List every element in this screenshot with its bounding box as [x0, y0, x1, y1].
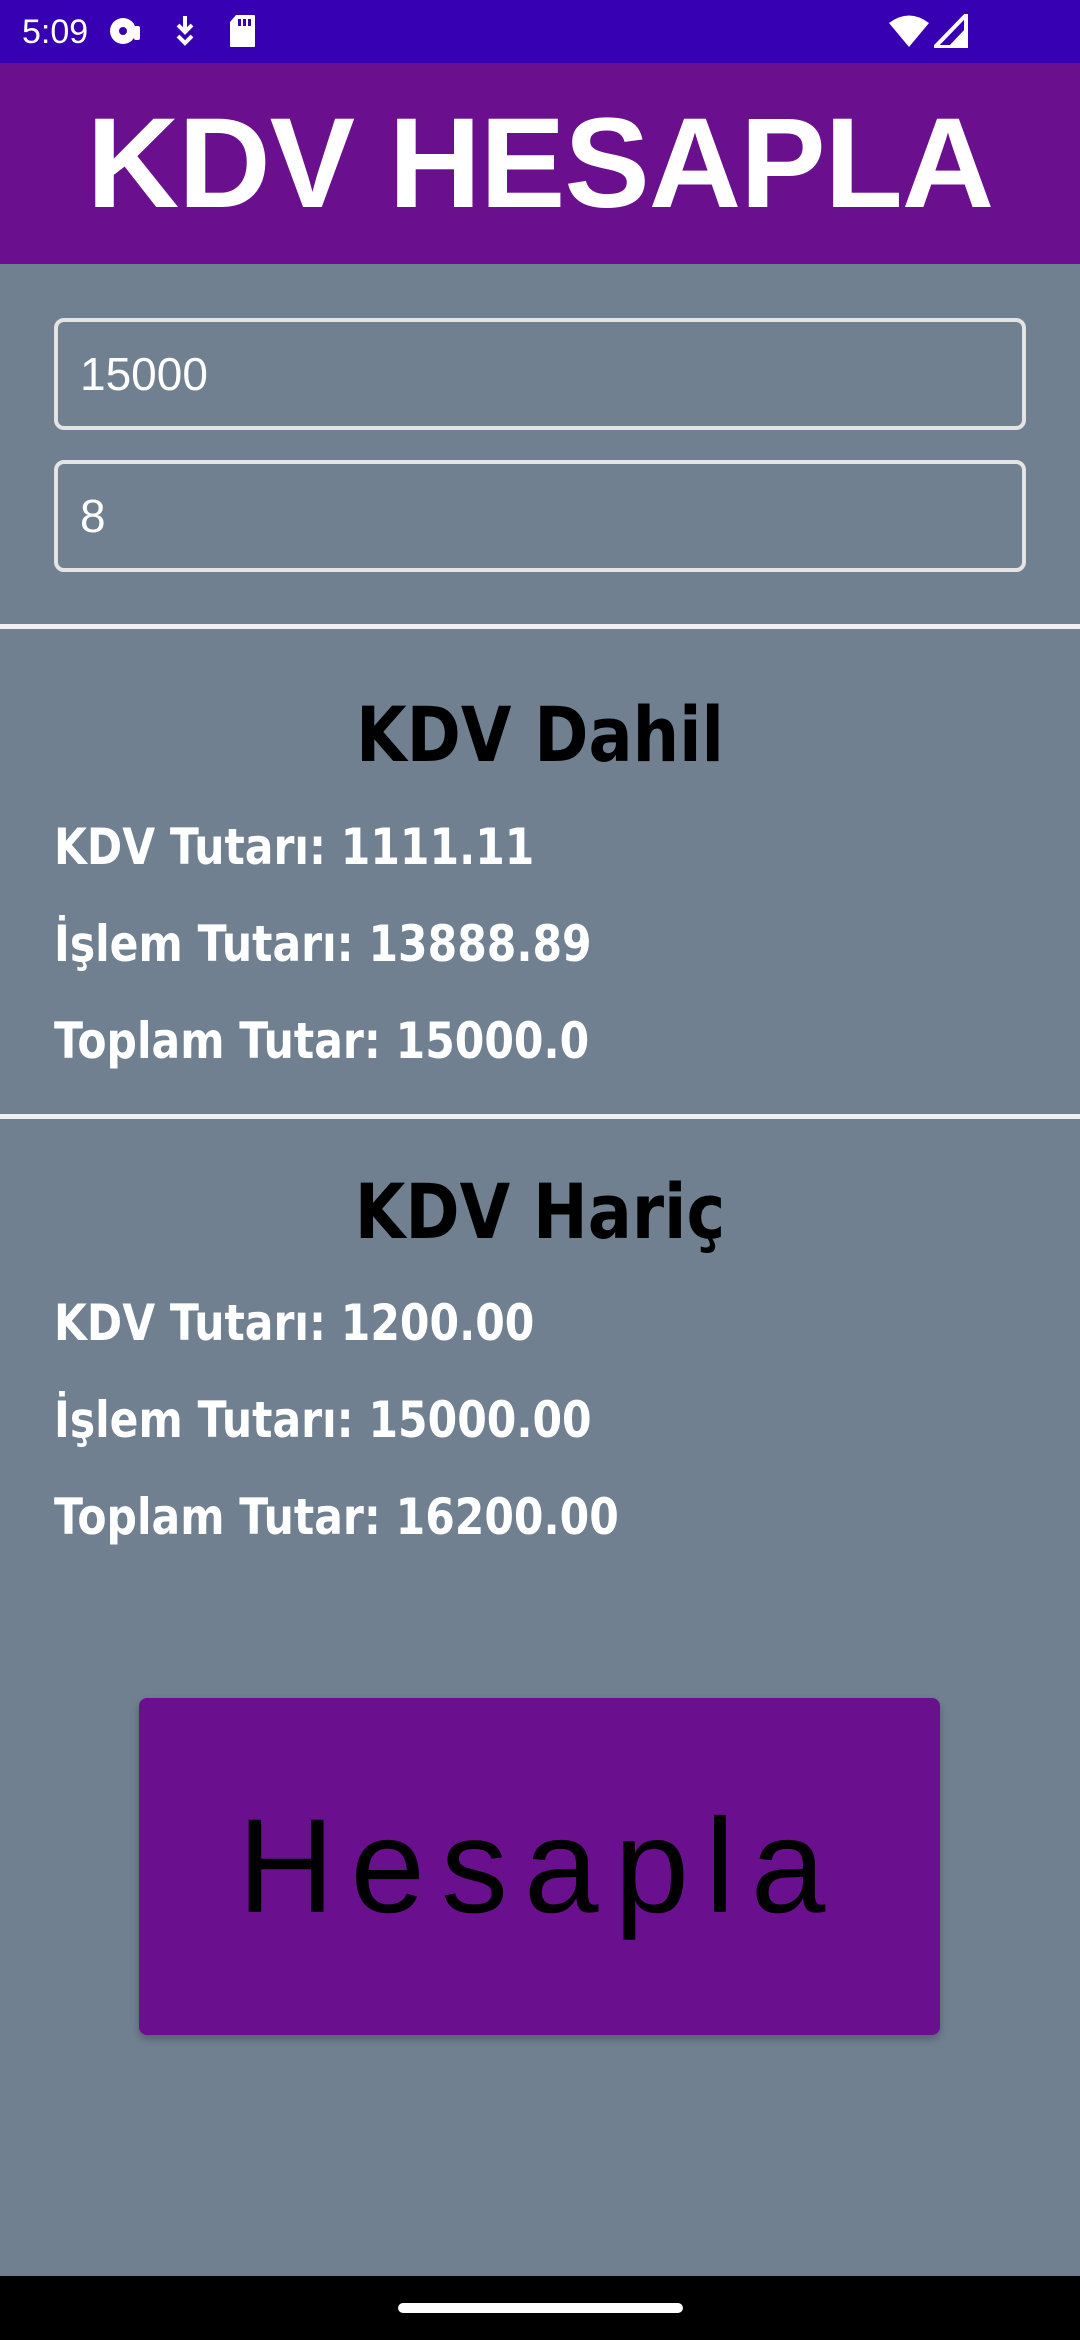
status-time: 5:09 [22, 13, 89, 51]
rate-input[interactable] [54, 460, 1026, 572]
divider [0, 1114, 1080, 1119]
kdv-dahil-kdv-amount: KDV Tutarı: 1111.11 [54, 818, 535, 876]
kdv-haric-transaction-amount: İşlem Tutarı: 15000.00 [54, 1391, 592, 1449]
signal-icon [930, 10, 968, 53]
home-handle[interactable] [398, 2303, 683, 2313]
kdv-dahil-total-amount: Toplam Tutar: 15000.0 [54, 1012, 590, 1070]
wifi-icon [888, 14, 930, 53]
kdv-haric-kdv-amount: KDV Tutarı: 1200.00 [54, 1294, 535, 1352]
app-title: KDV HESAPLA [86, 92, 994, 235]
media-icon [108, 14, 142, 53]
sd-card-icon [228, 14, 256, 53]
app-bar: KDV HESAPLA [0, 63, 1080, 264]
download-icon [170, 14, 200, 53]
app-screen: 5:09 KDV HESAPLA 15000 8 KDV Dahil KDV T… [0, 0, 1080, 2340]
divider [0, 624, 1080, 629]
kdv-haric-total-amount: Toplam Tutar: 16200.00 [54, 1488, 619, 1546]
kdv-dahil-transaction-amount: İşlem Tutarı: 13888.89 [54, 915, 592, 973]
navigation-bar [0, 2276, 1080, 2340]
amount-input[interactable] [54, 318, 1026, 430]
kdv-haric-title: KDV Hariç [354, 1167, 726, 1256]
status-bar: 5:09 [0, 0, 1080, 63]
kdv-dahil-title: KDV Dahil [356, 690, 724, 779]
calculate-button[interactable]: Hesapla [139, 1698, 940, 2035]
